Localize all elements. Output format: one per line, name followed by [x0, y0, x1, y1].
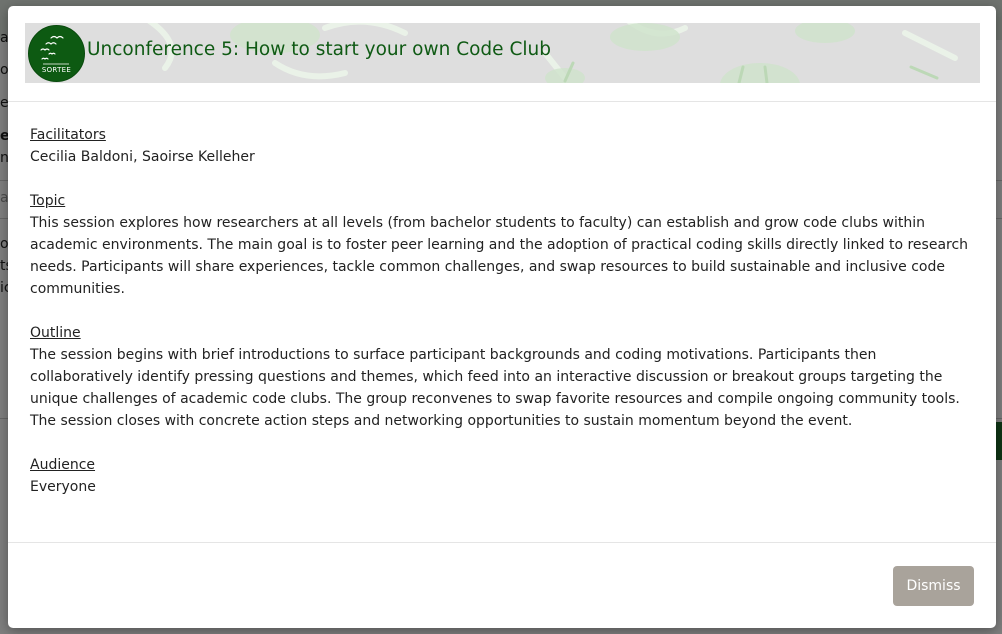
logo-text: SORTEE: [41, 66, 72, 74]
modal-body: Facilitators Cecilia Baldoni, Saoirse Ke…: [30, 124, 978, 520]
session-modal: SORTEE Unconference 5: How to start your…: [8, 6, 996, 628]
section-heading: Audience: [30, 457, 96, 473]
section-audience: Audience Everyone: [30, 454, 978, 498]
sortee-logo: SORTEE: [28, 25, 85, 82]
section-text: The session begins with brief introducti…: [30, 347, 960, 429]
modal-footer: Dismiss: [8, 542, 996, 628]
section-facilitators: Facilitators Cecilia Baldoni, Saoirse Ke…: [30, 124, 978, 168]
section-text: This session explores how researchers at…: [30, 215, 969, 297]
dismiss-button[interactable]: Dismiss: [893, 566, 974, 606]
section-text: Everyone: [30, 479, 96, 495]
header-banner: SORTEE Unconference 5: How to start your…: [25, 23, 980, 83]
section-heading: Topic: [30, 193, 66, 209]
section-heading: Facilitators: [30, 127, 106, 143]
section-text: Cecilia Baldoni, Saoirse Kelleher: [30, 149, 255, 165]
section-heading: Outline: [30, 325, 81, 341]
modal-title: Unconference 5: How to start your own Co…: [87, 39, 551, 60]
section-outline: Outline The session begins with brief in…: [30, 322, 978, 432]
section-topic: Topic This session explores how research…: [30, 190, 978, 300]
modal-header: SORTEE Unconference 5: How to start your…: [8, 6, 996, 102]
